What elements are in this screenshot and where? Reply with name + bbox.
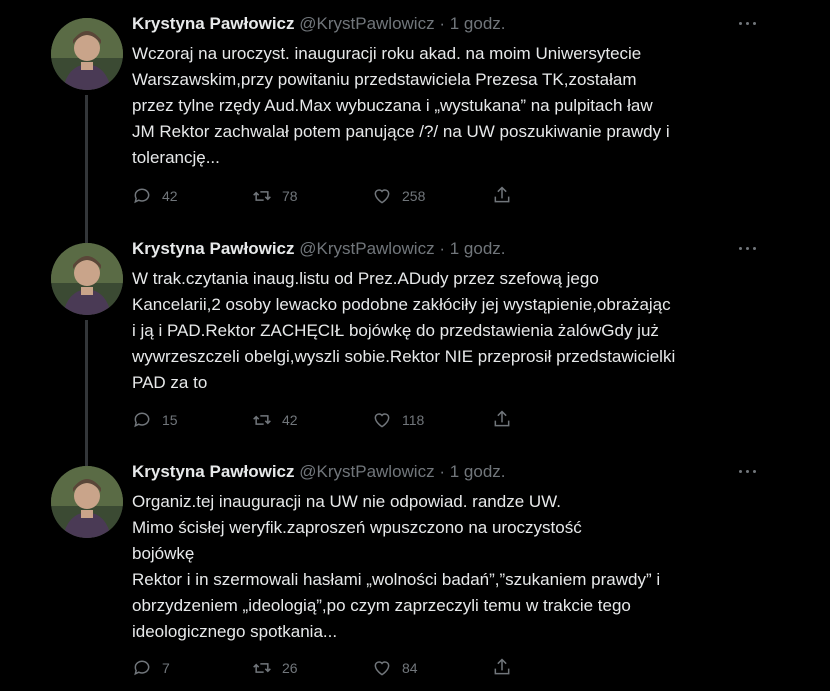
reply-count: 7 xyxy=(162,660,170,676)
share-icon[interactable] xyxy=(492,185,512,205)
heart-icon xyxy=(374,661,390,676)
retweet-button[interactable]: 78 xyxy=(252,185,298,207)
reply-count: 42 xyxy=(162,188,178,204)
tweet-text-line: Warszawskim,przy powitaniu przedstawicie… xyxy=(132,70,637,89)
tweet-header: Krystyna Pawłowicz @KrystPawlowicz · 1 g… xyxy=(132,461,506,483)
retweet-icon xyxy=(253,191,271,201)
avatar[interactable] xyxy=(51,18,123,90)
tweet-actions: 7 26 84 xyxy=(132,657,532,679)
tweet-text-line: PAD za to xyxy=(132,373,208,392)
share-icon[interactable] xyxy=(492,657,512,677)
author-handle[interactable]: @KrystPawlowicz xyxy=(299,239,434,258)
tweet-actions: 42 78 258 xyxy=(132,185,532,207)
like-count: 84 xyxy=(402,660,418,676)
tweet-text-line: wywrzeszczeli obelgi,wyszli sobie.Rektor… xyxy=(132,347,676,366)
heart-icon xyxy=(374,413,390,428)
reply-button[interactable]: 7 xyxy=(132,657,170,679)
tweet-text-line: W trak.czytania inaug.listu od Prez.ADud… xyxy=(132,269,599,288)
timestamp[interactable]: 1 godz. xyxy=(450,462,506,481)
retweet-count: 78 xyxy=(282,188,298,204)
timestamp[interactable]: 1 godz. xyxy=(450,239,506,258)
avatar[interactable] xyxy=(51,243,123,315)
author-name[interactable]: Krystyna Pawłowicz xyxy=(132,462,295,481)
retweet-button[interactable]: 42 xyxy=(252,409,298,431)
more-icon[interactable] xyxy=(738,465,758,479)
separator: · xyxy=(439,239,445,258)
profile-photo xyxy=(51,18,123,90)
tweet-text-line: Wczoraj na uroczyst. inauguracji roku ak… xyxy=(132,44,642,63)
reply-icon xyxy=(134,660,150,676)
tweet-text: Wczoraj na uroczyst. inauguracji roku ak… xyxy=(132,41,772,171)
reply-icon xyxy=(134,188,150,204)
retweet-count: 42 xyxy=(282,412,298,428)
thread-line xyxy=(85,320,88,468)
reply-count: 15 xyxy=(162,412,178,428)
author-name[interactable]: Krystyna Pawłowicz xyxy=(132,239,295,258)
tweet-header: Krystyna Pawłowicz @KrystPawlowicz · 1 g… xyxy=(132,13,506,35)
retweet-icon xyxy=(253,663,271,673)
author-handle[interactable]: @KrystPawlowicz xyxy=(299,14,434,33)
timestamp[interactable]: 1 godz. xyxy=(450,14,506,33)
like-button[interactable]: 118 xyxy=(372,409,424,431)
tweet-text-line: Organiz.tej inauguracji na UW nie odpowi… xyxy=(132,492,561,511)
tweet-text-line: i ją i PAD.Rektor ZACHĘCIŁ bojówkę do pr… xyxy=(132,321,659,340)
more-icon[interactable] xyxy=(738,17,758,31)
more-icon[interactable] xyxy=(738,242,758,256)
separator: · xyxy=(439,14,445,33)
profile-photo xyxy=(51,466,123,538)
share-icon[interactable] xyxy=(492,409,512,429)
tweet-actions: 15 42 118 xyxy=(132,409,532,431)
tweet-text-line: Rektor i in szermowali hasłami „wolności… xyxy=(132,570,661,589)
tweet[interactable]: Krystyna Pawłowicz @KrystPawlowicz · 1 g… xyxy=(0,230,830,468)
tweet-text: Organiz.tej inauguracji na UW nie odpowi… xyxy=(132,489,772,645)
retweet-button[interactable]: 26 xyxy=(252,657,298,679)
tweet-text-line: przez tylne rzędy Aud.Max wybuczana i „w… xyxy=(132,96,653,115)
thread-line xyxy=(85,453,88,465)
avatar[interactable] xyxy=(51,466,123,538)
tweet-text-line: obrzydzeniem „ideologią”,po czym zaprzec… xyxy=(132,596,631,615)
tweet-text: W trak.czytania inaug.listu od Prez.ADud… xyxy=(132,266,772,396)
tweet[interactable]: Krystyna Pawłowicz @KrystPawlowicz · 1 g… xyxy=(0,453,830,691)
reply-icon xyxy=(134,412,150,428)
tweet-text-line: Mimo ścisłej weryfik.zaproszeń wpuszczon… xyxy=(132,518,582,537)
like-button[interactable]: 258 xyxy=(372,185,425,207)
author-handle[interactable]: @KrystPawlowicz xyxy=(299,462,434,481)
like-count: 258 xyxy=(402,188,426,204)
tweet-text-line: bojówkę xyxy=(132,544,195,563)
reply-button[interactable]: 42 xyxy=(132,185,178,207)
tweet-text-line: ideologicznego spotkania... xyxy=(132,622,338,641)
tweet-text-line: tolerancję... xyxy=(132,148,220,167)
thread-line xyxy=(85,95,88,243)
tweet[interactable]: Krystyna Pawłowicz @KrystPawlowicz · 1 g… xyxy=(0,13,830,243)
heart-icon xyxy=(374,189,390,204)
profile-photo xyxy=(51,243,123,315)
separator: · xyxy=(439,462,445,481)
like-button[interactable]: 84 xyxy=(372,657,418,679)
reply-button[interactable]: 15 xyxy=(132,409,178,431)
tweet-text-line: Kancelarii,2 osoby lewacko podobne zakłó… xyxy=(132,295,671,314)
tweet-text-line: JM Rektor zachwalał potem panujące /?/ n… xyxy=(132,122,670,141)
tweet-header: Krystyna Pawłowicz @KrystPawlowicz · 1 g… xyxy=(132,238,506,260)
like-count: 118 xyxy=(402,412,425,428)
author-name[interactable]: Krystyna Pawłowicz xyxy=(132,14,295,33)
retweet-count: 26 xyxy=(282,660,298,676)
thread-line xyxy=(85,230,88,242)
retweet-icon xyxy=(253,415,271,425)
